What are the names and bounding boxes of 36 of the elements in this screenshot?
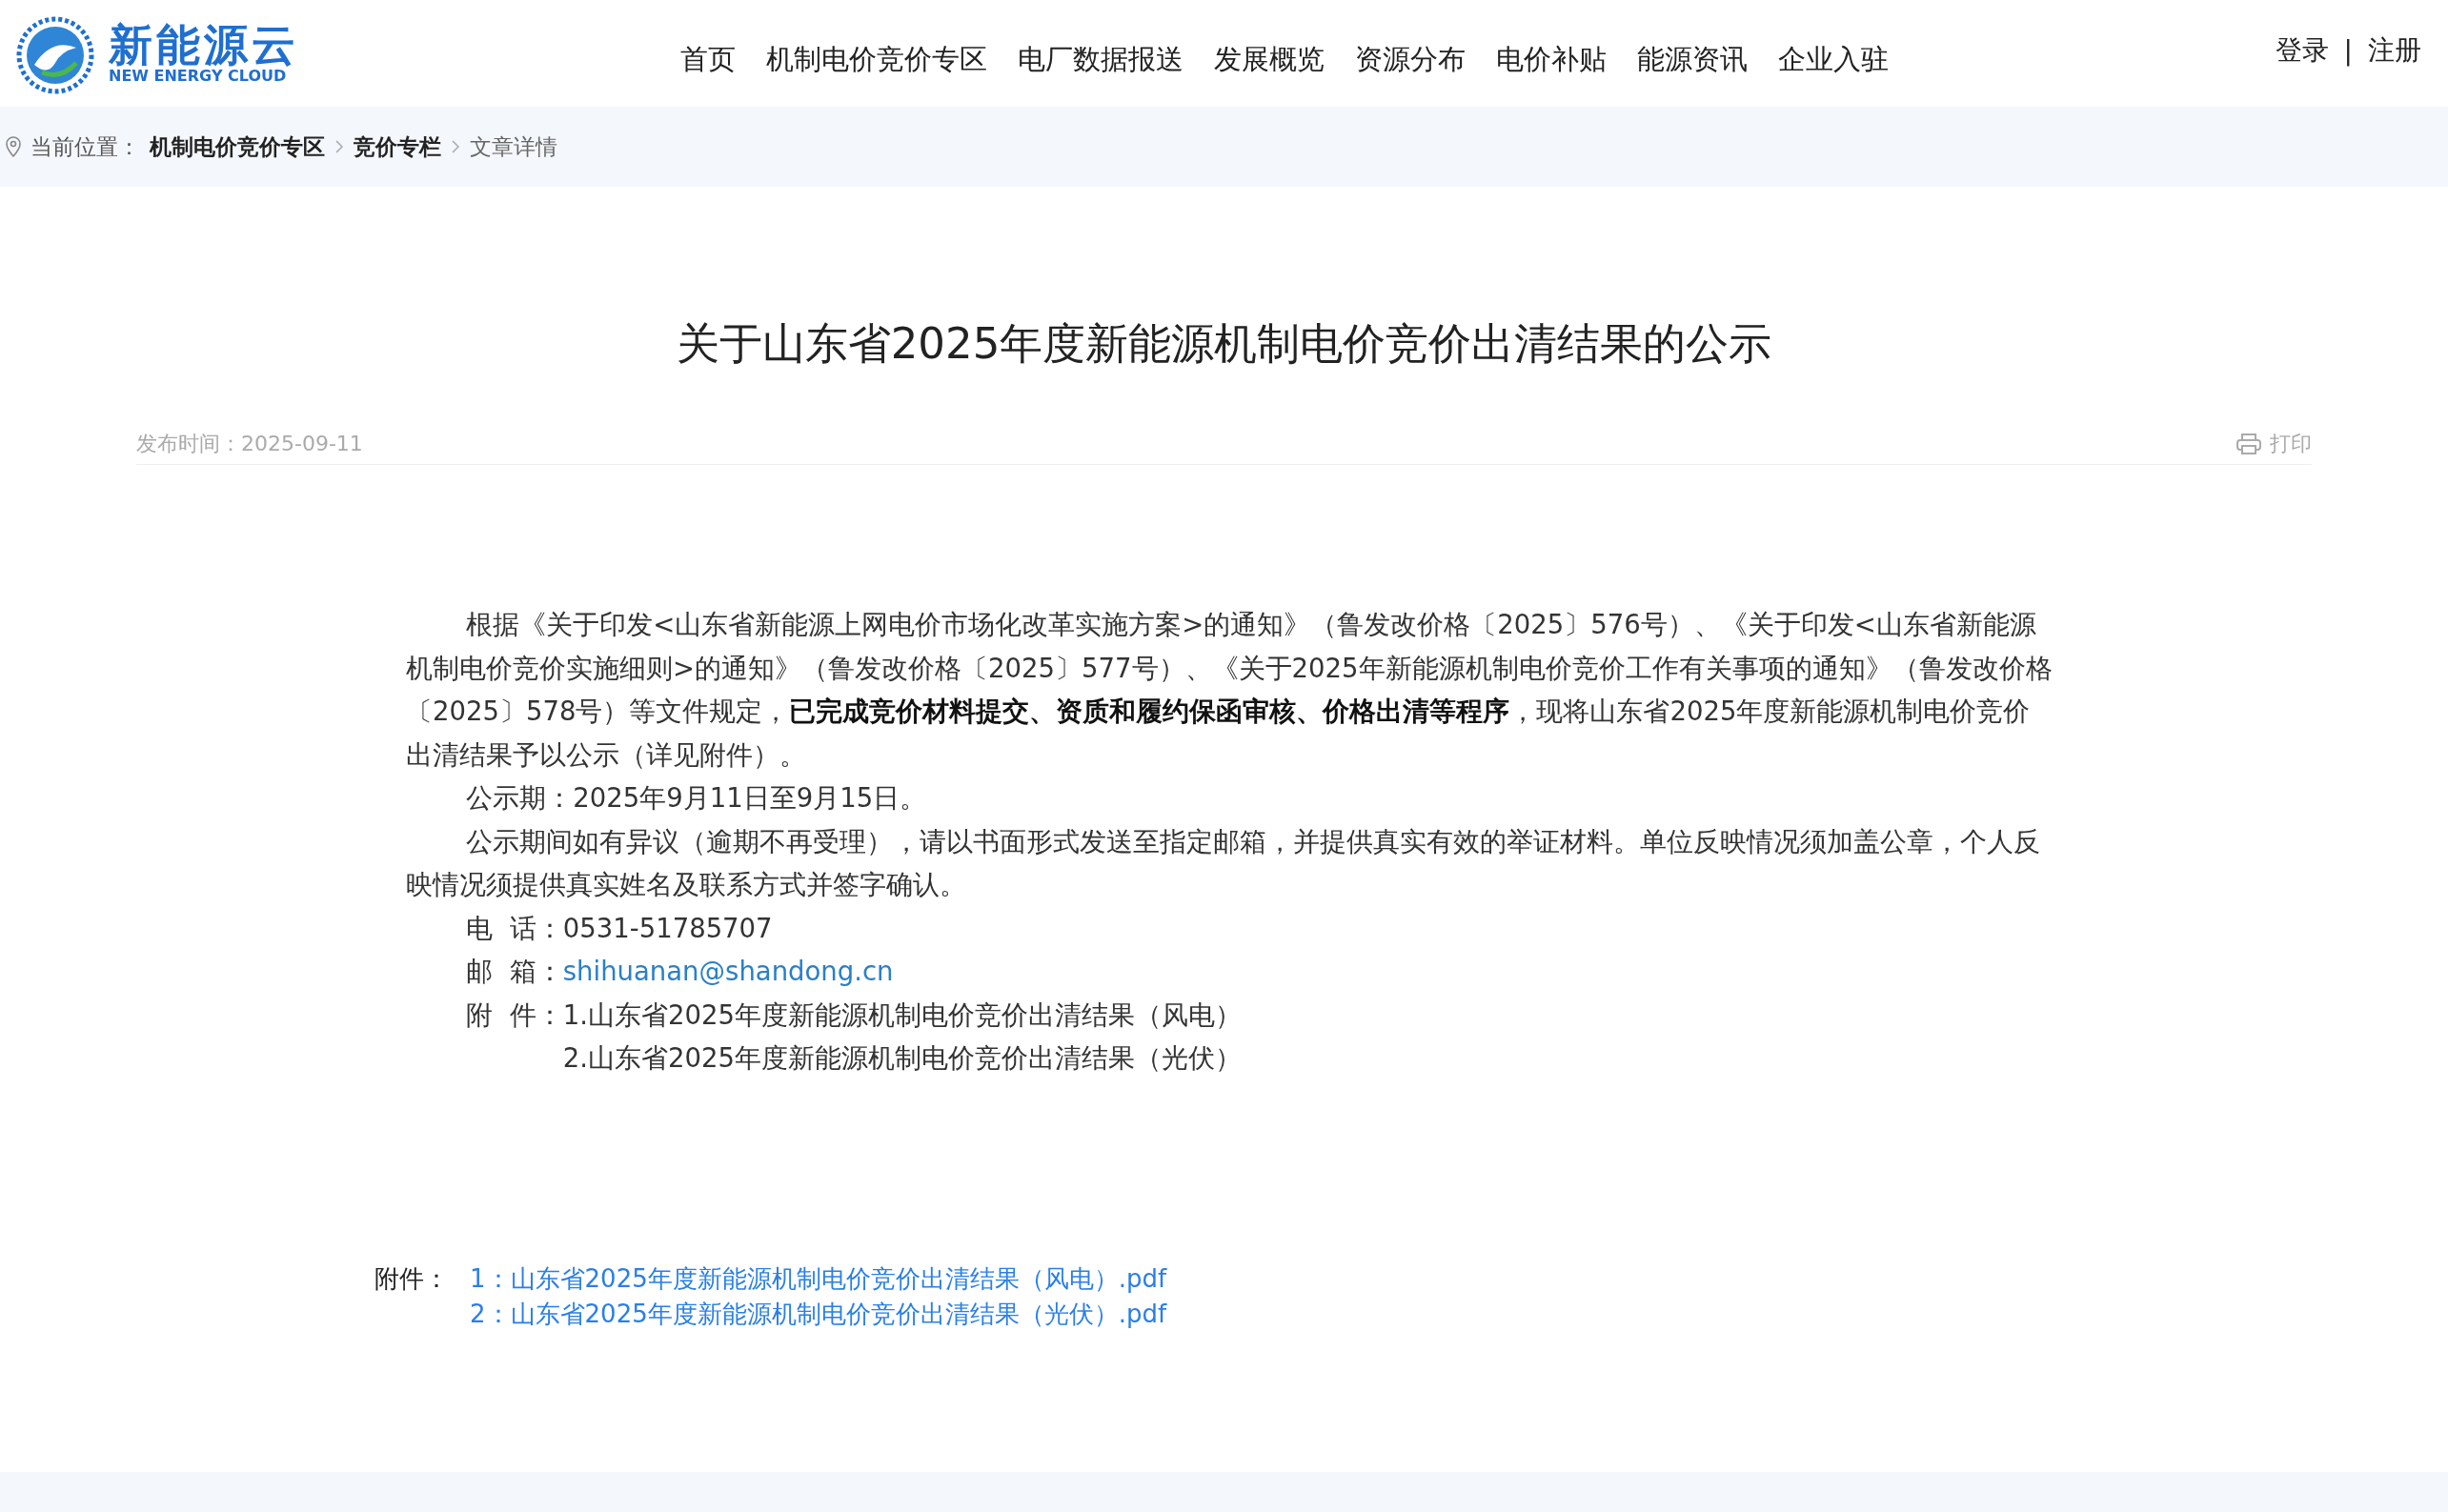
breadcrumb-prefix: 当前位置： — [30, 132, 140, 161]
chevron-right-icon — [451, 139, 460, 154]
location-pin-icon — [6, 136, 21, 157]
breadcrumb-current: 文章详情 — [470, 132, 557, 161]
logo-tagline: NEW ENERGY CLOUD — [109, 66, 287, 85]
email-link[interactable]: shihuanan@shandong.cn — [562, 950, 894, 994]
nav-link[interactable]: 资源分布 — [1355, 41, 1466, 79]
logo-name: 新能源云 — [109, 22, 299, 67]
annex-item: 2.山东省2025年度新能源机制电价竞价出清结果（光伏） — [562, 1041, 1242, 1075]
nav-link[interactable]: 发展概览 — [1214, 41, 1325, 79]
annex-label: 附 件： — [466, 998, 563, 1032]
breadcrumb-link[interactable]: 机制电价竞价专区 — [150, 131, 325, 162]
attachment-link[interactable]: 2：山东省2025年度新能源机制电价竞价出清结果（光伏）.pdf — [470, 1296, 1167, 1332]
article-paragraph: 公示期：2025年9月11日至9月15日。 — [465, 781, 928, 815]
printer-icon — [2236, 433, 2262, 455]
nav-link[interactable]: 机制电价竞价专区 — [766, 41, 987, 79]
nav-link[interactable]: 能源资讯 — [1637, 41, 1748, 79]
attachments-label: 附件： — [374, 1262, 449, 1295]
register-link[interactable]: 注册 — [2368, 32, 2421, 69]
nav-link[interactable]: 首页 — [680, 41, 736, 79]
attachment-link[interactable]: 1：山东省2025年度新能源机制电价竞价出清结果（风电）.pdf — [470, 1260, 1167, 1297]
breadcrumb-link[interactable]: 竞价专栏 — [354, 131, 441, 162]
article-paragraph: 公示期间如有异议（逾期不再受理），请以书面形式发送至指定邮箱，并提供真实有效的举证材料。单位反映情况须加盖公章，个人反映情况须提供真实姓名及联系方式并签字确认。 — [406, 824, 2042, 901]
nav-link[interactable]: 企业入驻 — [1778, 41, 1889, 79]
publish-date: 发布时间：2025-09-11 — [136, 431, 363, 457]
annex-item: 1.山东省2025年度新能源机制电价竞价出清结果（风电） — [562, 998, 1242, 1032]
contact-label: 邮 箱： — [466, 955, 563, 988]
article-paragraph: 根据《关于印发<山东省新能源上网电价市场化改革实施方案>的通知》（鲁发改价格〔2025〕576号）、《关于印发<山东省新能源机制电价竞价实施细则>的通知》（鲁发改价格〔2025〕577号）、《关于2025年新能源机制电价竞价工作有关事项的通知》（鲁发改价格〔2025〕578号）等文件规定，已完成竞价材料提交、资质和履约保函审核、价格出清等程序，现将山东省2025年度新能源机制电价竞价出清结果予以公示（详见附件）。 — [406, 608, 2053, 772]
contact-label: 电 话： — [466, 911, 563, 945]
chevron-right-icon — [334, 139, 344, 154]
separator: | — [2343, 34, 2353, 67]
phone-number: 0531-51785707 — [562, 911, 773, 945]
nav-link[interactable]: 电厂数据报送 — [1018, 41, 1184, 79]
nav-link[interactable]: 电价补贴 — [1496, 41, 1607, 79]
login-link[interactable]: 登录 — [2275, 32, 2329, 69]
article-title: 关于山东省2025年度新能源机制电价竞价出清结果的公示 — [675, 317, 1773, 371]
